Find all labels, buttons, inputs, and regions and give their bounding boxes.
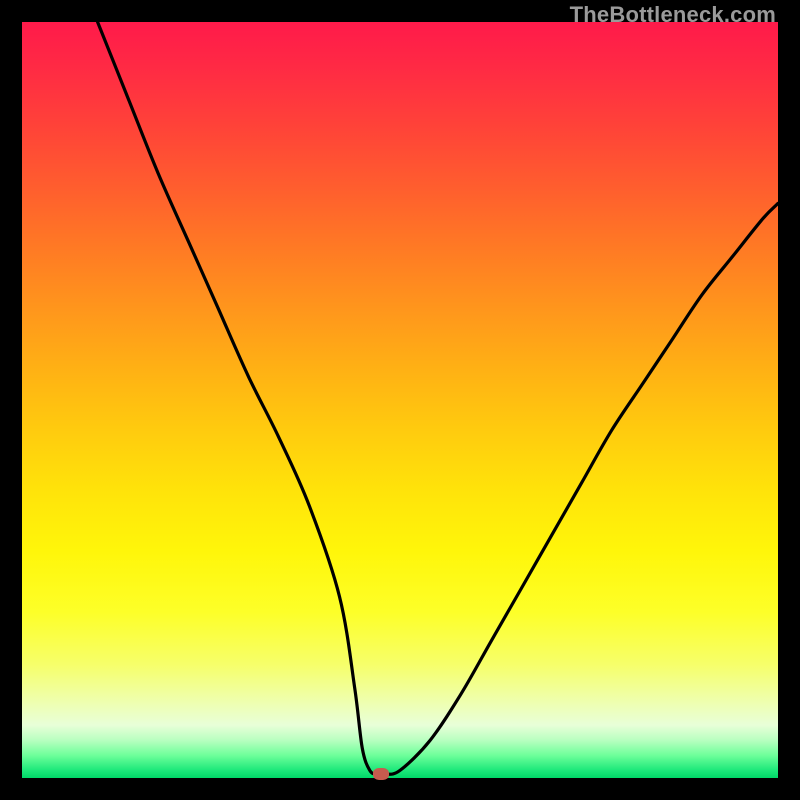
chart-frame: TheBottleneck.com xyxy=(0,0,800,800)
optimum-marker xyxy=(373,768,389,780)
plot-area xyxy=(22,22,778,778)
bottleneck-curve xyxy=(22,22,778,778)
watermark-text: TheBottleneck.com xyxy=(570,2,776,28)
